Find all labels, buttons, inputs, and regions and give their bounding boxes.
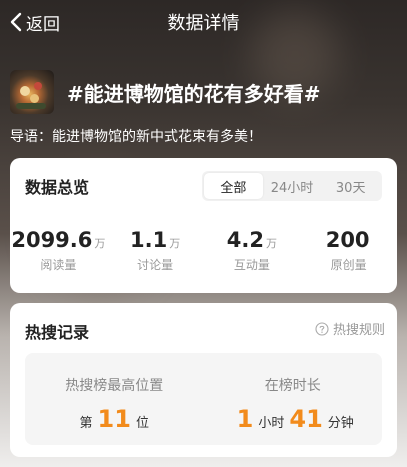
time-range-tabs: 全部 24小时 30天 — [202, 171, 382, 201]
stat-unit: 万 — [94, 237, 106, 250]
stat-label: 原创量 — [330, 258, 367, 272]
chevron-left-icon — [10, 12, 22, 32]
stat-interactions: 4.2 万 互动量 — [204, 228, 301, 273]
hot-search-card: 热搜记录 热搜规则 热搜榜最高位置 第 11 位 在榜时长 1 小时 41 分钟 — [10, 303, 397, 457]
stat-unit: 万 — [169, 237, 181, 250]
duration-hours-unit: 小时 — [258, 416, 285, 431]
record-box: 热搜榜最高位置 第 11 位 在榜时长 1 小时 41 分钟 — [25, 353, 382, 445]
stat-label: 互动量 — [233, 258, 270, 272]
topic-thumbnail — [10, 70, 54, 114]
topic-header: #能进博物馆的花有多好看# — [10, 70, 397, 114]
help-icon — [315, 321, 329, 336]
stats-row: 2099.6 万 阅读量 1.1 万 讨论量 4.2 万 互动量 200 原创量 — [10, 228, 397, 273]
tab-30d[interactable]: 30天 — [321, 173, 380, 199]
best-rank: 热搜榜最高位置 第 11 位 — [25, 353, 204, 445]
topic-title: #能进博物馆的花有多好看# — [67, 81, 321, 106]
duration-hours: 1 — [236, 405, 254, 433]
stat-value: 4.2 — [226, 228, 264, 252]
best-rank-prefix: 第 — [79, 416, 93, 431]
overview-card: 数据总览 全部 24小时 30天 2099.6 万 阅读量 1.1 万 讨论量 4.… — [10, 158, 397, 293]
nav-bar: 返回 数据详情 — [0, 0, 407, 44]
hot-search-title: 热搜记录 — [25, 323, 90, 342]
on-list-duration: 在榜时长 1 小时 41 分钟 — [204, 353, 383, 445]
rules-label: 热搜规则 — [332, 323, 385, 338]
back-button[interactable]: 返回 — [10, 8, 60, 36]
overview-title: 数据总览 — [25, 178, 90, 197]
duration-minutes-unit: 分钟 — [327, 416, 354, 431]
stat-label: 讨论量 — [137, 258, 174, 272]
best-rank-suffix: 位 — [135, 416, 149, 431]
duration-minutes: 41 — [289, 405, 323, 433]
topic-intro: 导语：能进博物馆的新中式花束有多美！ — [10, 129, 262, 145]
back-label: 返回 — [26, 14, 60, 35]
page-title: 数据详情 — [167, 13, 240, 34]
best-rank-label: 热搜榜最高位置 — [65, 378, 164, 394]
stat-unit: 万 — [265, 237, 277, 250]
duration-label: 在榜时长 — [264, 378, 321, 394]
hot-search-rules-link[interactable]: 热搜规则 — [315, 319, 385, 338]
stat-reads: 2099.6 万 阅读量 — [10, 228, 107, 273]
best-rank-value: 11 — [97, 405, 131, 433]
stat-value: 1.1 — [130, 228, 168, 252]
stat-label: 阅读量 — [40, 258, 77, 272]
stat-originals: 200 原创量 — [300, 228, 397, 273]
stat-value: 2099.6 — [11, 228, 93, 252]
tab-24h[interactable]: 24小时 — [263, 173, 322, 199]
tab-all[interactable]: 全部 — [204, 173, 263, 199]
stat-discussions: 1.1 万 讨论量 — [107, 228, 204, 273]
stat-value: 200 — [325, 228, 370, 252]
